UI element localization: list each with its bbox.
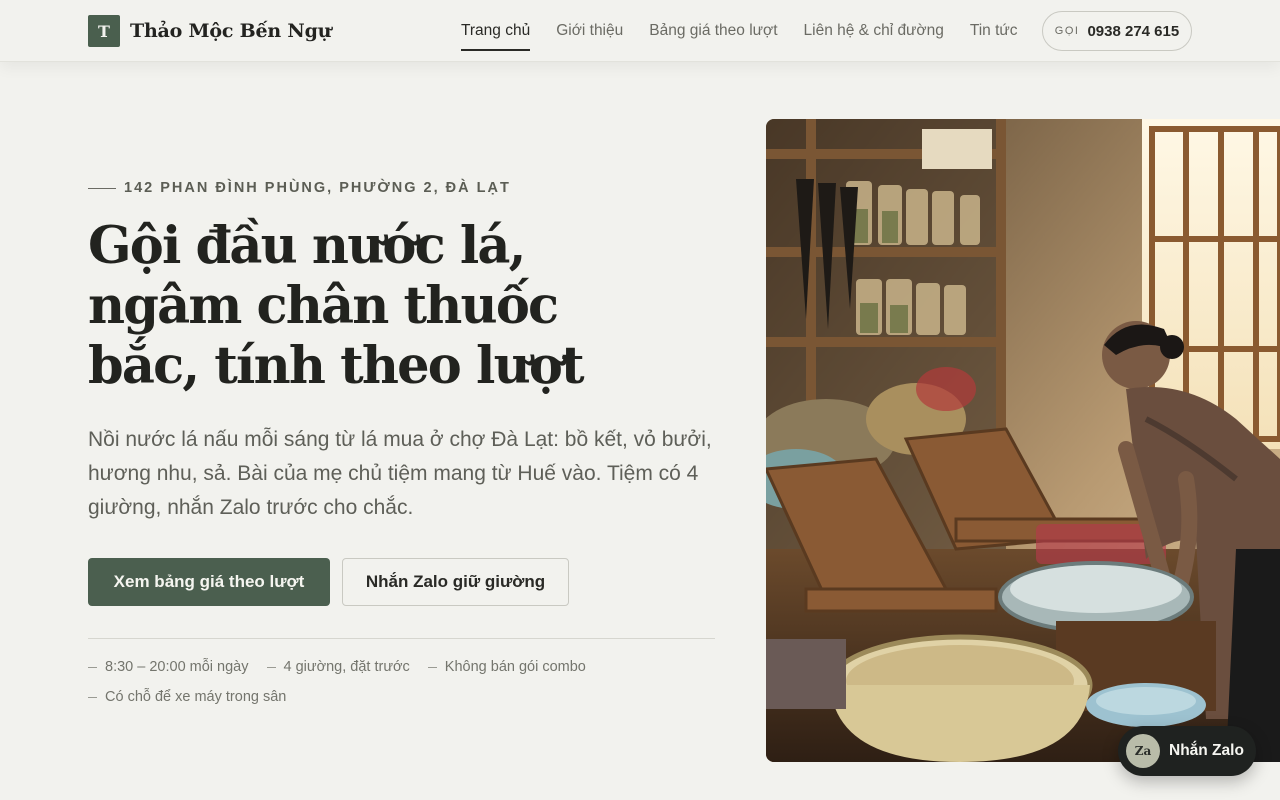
fact-item: Không bán gói combo [427, 652, 586, 682]
nav-item-contact[interactable]: Liên hệ & chỉ đường [804, 16, 944, 46]
nav-item-pricing[interactable]: Bảng giá theo lượt [649, 16, 777, 46]
brand-logo-link[interactable]: T Thảo Mộc Bến Ngự [88, 15, 331, 47]
nav-item-news[interactable]: Tin tức [970, 16, 1018, 46]
view-pricing-button[interactable]: Xem bảng giá theo lượt [88, 558, 330, 606]
address-text: 142 PHAN ĐÌNH PHÙNG, PHƯỜNG 2, ĐÀ LẠT [124, 180, 511, 196]
call-label: GỌI [1054, 25, 1080, 37]
call-number: 0938 274 615 [1087, 22, 1180, 40]
brand-mark-icon: T [88, 15, 120, 47]
fact-item: 8:30 – 20:00 mỗi ngày [88, 652, 249, 682]
zalo-label: Nhắn Zalo [1169, 742, 1244, 759]
fact-text: 8:30 – 20:00 mỗi ngày [105, 659, 249, 675]
main-nav: Trang chủ Giới thiệu Bảng giá theo lượt … [461, 0, 1044, 62]
brand-name: Thảo Mộc Bến Ngự [130, 20, 332, 42]
shop-interior-image [766, 119, 1280, 762]
site-header: T Thảo Mộc Bến Ngự Trang chủ Giới thiệu … [0, 0, 1280, 62]
zalo-chat-float-button[interactable]: Za Nhắn Zalo [1118, 726, 1256, 776]
hero-title-line: bắc, tính theo lượt [88, 336, 585, 396]
hero-title-line: ngâm chân thuốc [88, 276, 559, 336]
dash-icon [266, 666, 276, 668]
hero-title-line: Gội đầu nước lá, [88, 216, 526, 276]
nav-item-about[interactable]: Giới thiệu [556, 16, 623, 46]
hero-description: Nồi nước lá nấu mỗi sáng từ lá mua ở chợ… [88, 428, 712, 519]
dash-icon [427, 666, 437, 668]
zalo-reserve-button[interactable]: Nhắn Zalo giữ giường [342, 558, 569, 606]
fact-item: Có chỗ để xe máy trong sân [88, 682, 286, 712]
hero-title: Gội đầu nước lá, ngâm chân thuốc bắc, tí… [88, 216, 588, 396]
facts-list: 8:30 – 20:00 mỗi ngày 4 giường, đặt trướ… [88, 652, 715, 712]
hero-photo [766, 119, 1280, 762]
fact-item: 4 giường, đặt trước [266, 652, 410, 682]
dash-icon [88, 696, 97, 698]
call-button[interactable]: GỌI 0938 274 615 [1042, 11, 1192, 51]
hero-divider [88, 638, 715, 639]
zalo-icon: Za [1126, 734, 1160, 768]
fact-text: Có chỗ để xe máy trong sân [105, 689, 287, 705]
dash-icon [88, 666, 97, 668]
hero-eyebrow: 142 PHAN ĐÌNH PHÙNG, PHƯỜNG 2, ĐÀ LẠT [88, 178, 511, 198]
fact-text: Không bán gói combo [444, 659, 586, 675]
nav-item-home[interactable]: Trang chủ [461, 16, 531, 51]
fact-text: 4 giường, đặt trước [283, 659, 410, 675]
eyebrow-rule [88, 187, 116, 189]
